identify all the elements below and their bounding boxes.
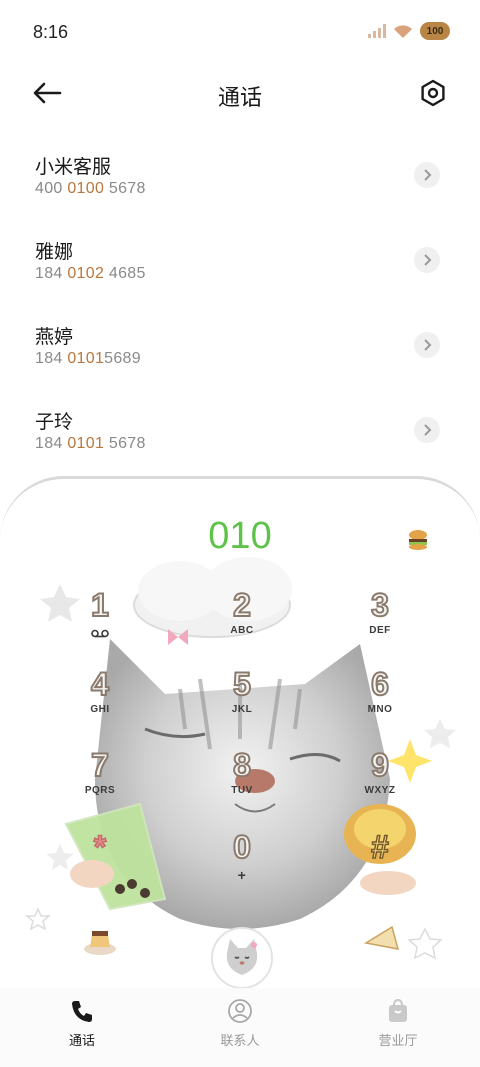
tab-label: 通话 xyxy=(68,1034,95,1049)
dial-key-4[interactable]: 4 GHI xyxy=(54,665,146,738)
dial-key-1[interactable]: 1 xyxy=(54,586,146,659)
dial-key-8[interactable]: 8 TUV xyxy=(196,746,288,819)
contact-item[interactable]: 子玲 184 0101 5678 xyxy=(0,395,480,480)
dial-key-0[interactable]: 0 + xyxy=(196,828,288,901)
contact-name: 子玲 xyxy=(35,411,74,433)
contact-detail-button[interactable] xyxy=(414,332,440,358)
contact-detail-button[interactable] xyxy=(414,162,440,188)
key-digit: 3 xyxy=(370,586,390,624)
tab-label: 营业厅 xyxy=(378,1034,418,1049)
dialed-number: 010 xyxy=(208,515,272,557)
key-letters: MNO xyxy=(367,704,393,715)
dial-key-3[interactable]: 3 DEF xyxy=(334,586,426,659)
chevron-right-icon xyxy=(424,424,432,436)
key-letters: GHI xyxy=(90,704,110,715)
tab-label: 联系人 xyxy=(220,1034,260,1049)
key-digit: 2 xyxy=(232,586,252,624)
key-digit: 6 xyxy=(370,665,390,703)
tab-calls[interactable]: 通话 xyxy=(32,998,132,1049)
battery-icon: 100 xyxy=(420,22,450,40)
key-letters: WXYZ xyxy=(364,785,396,796)
chevron-right-icon xyxy=(424,169,432,181)
key-letters: JKL xyxy=(231,704,253,715)
status-icons: 100 xyxy=(368,22,450,40)
key-digit: * xyxy=(93,828,107,866)
dial-key-9[interactable]: 9 WXYZ xyxy=(334,746,426,819)
status-time: 8:16 xyxy=(33,22,69,42)
key-letters: ABC xyxy=(230,625,254,636)
chevron-right-icon xyxy=(424,339,432,351)
contact-name: 燕婷 xyxy=(35,326,74,348)
contact-number: 184 0102 4685 xyxy=(35,265,146,282)
tab-contacts[interactable]: 联系人 xyxy=(190,998,290,1049)
contact-list: 小米客服 400 0100 5678 雅娜 184 0102 4685 燕婷 1… xyxy=(0,140,480,480)
key-letters: DEF xyxy=(369,625,391,636)
tab-business-hall[interactable]: 营业厅 xyxy=(348,998,448,1049)
status-bar: 8:16 100 xyxy=(0,0,480,66)
contact-name: 小米客服 xyxy=(35,156,112,178)
contact-detail-button[interactable] xyxy=(414,247,440,273)
dial-key-hash[interactable]: # xyxy=(334,828,426,901)
contact-name: 雅娜 xyxy=(35,241,74,263)
settings-icon xyxy=(421,79,445,107)
contact-item[interactable]: 雅娜 184 0102 4685 xyxy=(0,225,480,310)
contact-number: 184 01015689 xyxy=(35,350,141,367)
key-digit: 0 xyxy=(232,828,252,866)
contact-number: 184 0101 5678 xyxy=(35,435,146,452)
bag-icon xyxy=(389,998,407,1022)
dialpad: 010 1 2 ABC 3 DEF 4 GHI 5 JKL 6 MNO 7 PQ… xyxy=(0,476,480,999)
dial-key-6[interactable]: 6 MNO xyxy=(334,665,426,738)
dial-key-2[interactable]: 2 ABC xyxy=(196,586,288,659)
title-bar: 通话 xyxy=(0,66,480,122)
cat-avatar-icon xyxy=(213,929,271,987)
key-digit: 4 xyxy=(90,665,110,703)
key-letters: TUV xyxy=(231,785,253,796)
key-digit: 5 xyxy=(232,665,252,703)
dial-key-7[interactable]: 7 PQRS xyxy=(54,746,146,819)
contact-item[interactable]: 小米客服 400 0100 5678 xyxy=(0,140,480,225)
contact-detail-button[interactable] xyxy=(414,417,440,443)
key-digit: 7 xyxy=(90,746,110,784)
key-digit: 9 xyxy=(370,746,390,784)
dial-key-5[interactable]: 5 JKL xyxy=(196,665,288,738)
page-title: 通话 xyxy=(217,86,262,111)
key-digit: 1 xyxy=(90,586,110,624)
voicemail-icon xyxy=(91,629,109,638)
key-letters: PQRS xyxy=(84,785,116,796)
key-letters: + xyxy=(237,867,247,883)
bottom-tab-bar: 通话 联系人 营业厅 xyxy=(0,988,480,1067)
person-icon xyxy=(228,999,252,1023)
key-digit: # xyxy=(370,828,389,866)
dial-key-star[interactable]: * xyxy=(54,828,146,901)
contact-number: 400 0100 5678 xyxy=(35,180,146,197)
key-digit: 8 xyxy=(232,746,252,784)
contact-item[interactable]: 燕婷 184 01015689 xyxy=(0,310,480,395)
phone-icon xyxy=(72,1001,92,1022)
wifi-icon xyxy=(394,24,412,38)
chevron-right-icon xyxy=(424,254,432,266)
signal-icon xyxy=(368,24,386,38)
call-button[interactable] xyxy=(211,927,273,989)
settings-button[interactable] xyxy=(418,78,448,108)
